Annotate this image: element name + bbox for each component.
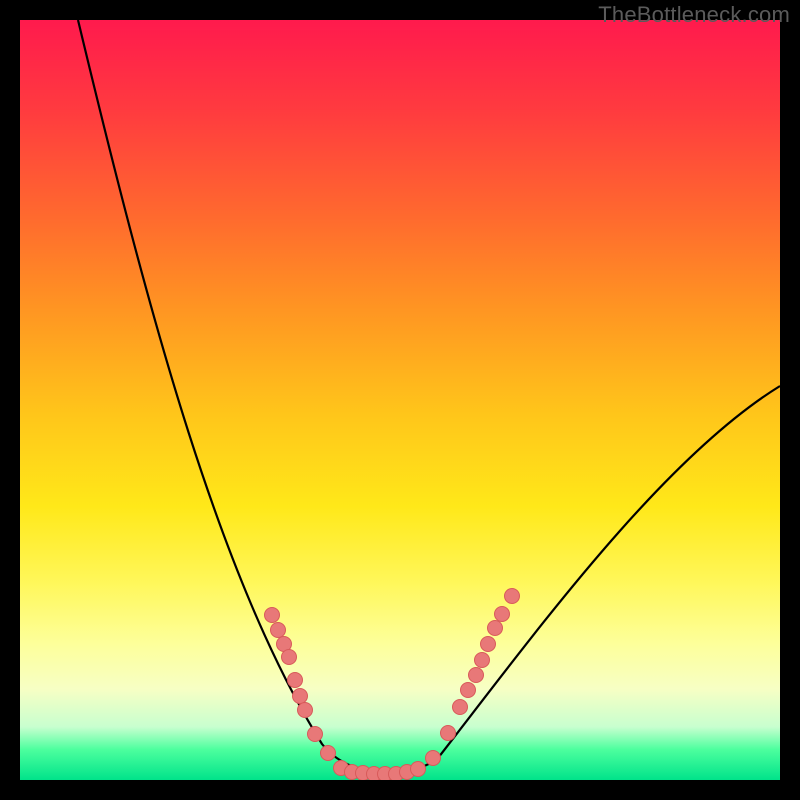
bottleneck-curve bbox=[78, 20, 780, 773]
data-point bbox=[495, 607, 510, 622]
data-point bbox=[271, 623, 286, 638]
data-point bbox=[469, 668, 484, 683]
data-point bbox=[411, 762, 426, 777]
data-point bbox=[505, 589, 520, 604]
data-point bbox=[461, 683, 476, 698]
data-point bbox=[321, 746, 336, 761]
data-point bbox=[453, 700, 468, 715]
data-point bbox=[441, 726, 456, 741]
data-point bbox=[293, 689, 308, 704]
data-point bbox=[298, 703, 313, 718]
data-point bbox=[282, 650, 297, 665]
data-point bbox=[288, 673, 303, 688]
data-markers bbox=[265, 589, 520, 781]
bottleneck-chart bbox=[20, 20, 780, 780]
data-point bbox=[481, 637, 496, 652]
data-point bbox=[426, 751, 441, 766]
data-point bbox=[488, 621, 503, 636]
data-point bbox=[265, 608, 280, 623]
data-point bbox=[475, 653, 490, 668]
data-point bbox=[308, 727, 323, 742]
